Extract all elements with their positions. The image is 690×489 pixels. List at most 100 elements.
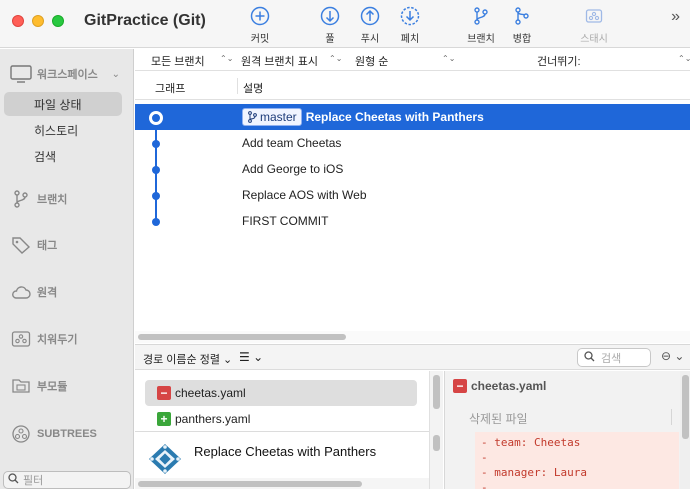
scrollbar-thumb[interactable] <box>433 375 440 409</box>
tag-icon <box>10 235 32 255</box>
branch-icon <box>10 189 32 209</box>
commit-icon <box>250 6 270 26</box>
commit-list-header: 그래프 설명 <box>135 72 690 100</box>
commit-message: Replace Cheetas with Panthers <box>305 110 484 124</box>
skip-label: 건너뛰기: <box>537 56 581 68</box>
sidebar-item-file-status[interactable]: 파일 상태 <box>4 92 122 116</box>
diff-vertical-scrollbar[interactable] <box>680 371 690 489</box>
commit-message: FIRST COMMIT <box>242 214 329 228</box>
deleted-file-icon: − <box>157 386 171 400</box>
chevron-updown-icon: ⌃⌄ <box>442 54 456 63</box>
more-options-button[interactable]: ⊖ ⌄ <box>661 349 684 363</box>
chevron-down-icon[interactable]: ⌄ <box>112 69 120 80</box>
list-view-dropdown[interactable]: ☰ ⌄ <box>239 350 263 364</box>
commit-row[interactable]: Add George to iOS <box>135 156 690 182</box>
folder-icon <box>10 376 32 396</box>
commit-message: Add team Cheetas <box>242 136 342 150</box>
monitor-icon <box>10 64 32 84</box>
sidebar-section-branches[interactable]: 브랜치 <box>0 187 134 211</box>
close-window-button[interactable] <box>12 15 24 27</box>
skip-stepper[interactable]: ⌃⌄ <box>678 54 690 63</box>
list-icon: ☰ <box>239 350 250 364</box>
pull-button[interactable]: 풀 <box>308 6 352 45</box>
chevron-updown-icon: ⌃⌄ <box>220 54 234 63</box>
sort-by-path-dropdown[interactable]: 경로 이름순 정렬 ⌄ <box>143 351 232 367</box>
fetch-button[interactable]: 페치 <box>388 6 432 45</box>
merge-button[interactable]: 병합 <box>500 6 544 45</box>
sidebar-item-search[interactable]: 검색 <box>4 144 122 168</box>
push-icon <box>360 6 380 26</box>
commit-row[interactable]: master Replace Cheetas with Panthers <box>135 104 690 130</box>
cloud-icon <box>10 282 32 302</box>
commit-row[interactable]: Replace AOS with Web <box>135 182 690 208</box>
branch-button[interactable]: 브랜치 <box>459 6 503 45</box>
merge-icon <box>512 6 532 26</box>
search-icon <box>8 473 19 487</box>
commit-detail: Replace Cheetas with Panthers <box>135 431 429 477</box>
branch-label: master <box>242 108 302 126</box>
sidebar-section-submodules[interactable]: 부모듈 <box>0 374 134 398</box>
ellipsis-circle-icon: ⊖ <box>661 349 672 363</box>
diff-line: - team: Cheetas <box>481 436 581 449</box>
commit-list-horizontal-scrollbar[interactable] <box>135 331 690 343</box>
stash-icon <box>584 6 604 26</box>
sidebar-section-tags[interactable]: 태그 <box>0 233 134 257</box>
sidebar-section-subtrees[interactable]: SUBTREES <box>0 422 134 446</box>
scrollbar-thumb[interactable] <box>138 334 346 340</box>
diff-hunk: - team: Cheetas - - manager: Laura - <box>475 432 679 489</box>
toolbar-overflow-button[interactable]: » <box>671 8 680 26</box>
sidebar-section-workspace[interactable]: 워크스페이스 ⌄ <box>0 62 134 86</box>
toolbar: GitPractice (Git) 커밋 풀 푸시 페치 브랜치 병합 스태시 … <box>0 0 690 48</box>
sidebar-filter-input[interactable]: 필터 <box>3 471 131 489</box>
commit-list: master Replace Cheetas with Panthers Add… <box>135 104 690 329</box>
graph-node <box>152 140 160 148</box>
sidebar: 워크스페이스 ⌄ 파일 상태 히스토리 검색 브랜치 태그 원격 치워두기 부모… <box>0 49 134 489</box>
diff-status-label: 삭제된 파일 <box>469 412 528 426</box>
window-title: GitPractice (Git) <box>84 12 206 29</box>
zoom-window-button[interactable] <box>52 15 64 27</box>
graph-node <box>152 192 160 200</box>
graph-node <box>152 166 160 174</box>
minimize-window-button[interactable] <box>32 15 44 27</box>
commit-button[interactable]: 커밋 <box>238 6 282 45</box>
push-button[interactable]: 푸시 <box>348 6 392 45</box>
commit-message: Replace AOS with Web <box>242 188 367 202</box>
stash-icon <box>10 329 32 349</box>
ancestor-order-dropdown[interactable]: 원형 순 <box>355 53 388 69</box>
stash-button[interactable]: 스태시 <box>572 6 616 45</box>
description-column-header[interactable]: 설명 <box>243 80 263 96</box>
file-list-toolbar: 경로 이름순 정렬 ⌄ ☰ ⌄ 검색 ⊖ ⌄ <box>135 344 690 370</box>
commit-detail-message: Replace Cheetas with Panthers <box>194 444 377 459</box>
commit-row[interactable]: FIRST COMMIT <box>135 208 690 234</box>
chevron-updown-icon: ⌃⌄ <box>329 54 343 63</box>
commit-message: Add George to iOS <box>242 162 344 176</box>
subtree-icon <box>10 424 32 444</box>
graph-node-head <box>150 112 162 124</box>
added-file-icon: + <box>157 412 171 426</box>
history-filter-bar: 모든 브랜치 ⌃⌄ 원격 브랜치 표시 ⌃⌄ 원형 순 ⌃⌄ 건너뛰기: ⌃⌄ <box>135 49 690 71</box>
branch-icon <box>248 111 257 123</box>
diff-line: - <box>481 451 488 464</box>
diff-file-header: − cheetas.yaml <box>445 371 681 401</box>
column-divider[interactable] <box>237 78 238 94</box>
scrollbar-thumb[interactable] <box>138 481 362 487</box>
sidebar-section-stashes[interactable]: 치워두기 <box>0 327 134 351</box>
sidebar-section-remotes[interactable]: 원격 <box>0 280 134 304</box>
graph-column-header[interactable]: 그래프 <box>155 80 185 96</box>
graph-node <box>152 218 160 226</box>
commit-row[interactable]: Add team Cheetas <box>135 130 690 156</box>
file-list-horizontal-scrollbar[interactable] <box>135 478 429 489</box>
show-remote-branches-dropdown[interactable]: 원격 브랜치 표시 <box>241 53 318 69</box>
scrollbar-thumb[interactable] <box>682 375 689 439</box>
sidebar-item-history[interactable]: 히스토리 <box>4 118 122 142</box>
deleted-file-icon: − <box>453 379 467 393</box>
file-list-vertical-scrollbar[interactable] <box>429 371 443 489</box>
file-item[interactable]: − cheetas.yaml <box>145 380 417 406</box>
changed-file-list: − cheetas.yaml + panthers.yaml <box>135 371 429 431</box>
scrollbar-thumb[interactable] <box>433 435 440 451</box>
file-search-input[interactable]: 검색 <box>577 348 651 367</box>
file-item[interactable]: + panthers.yaml <box>145 406 417 432</box>
pull-icon <box>320 6 340 26</box>
diff-line: - <box>481 481 488 489</box>
all-branches-dropdown[interactable]: 모든 브랜치 <box>151 53 205 69</box>
